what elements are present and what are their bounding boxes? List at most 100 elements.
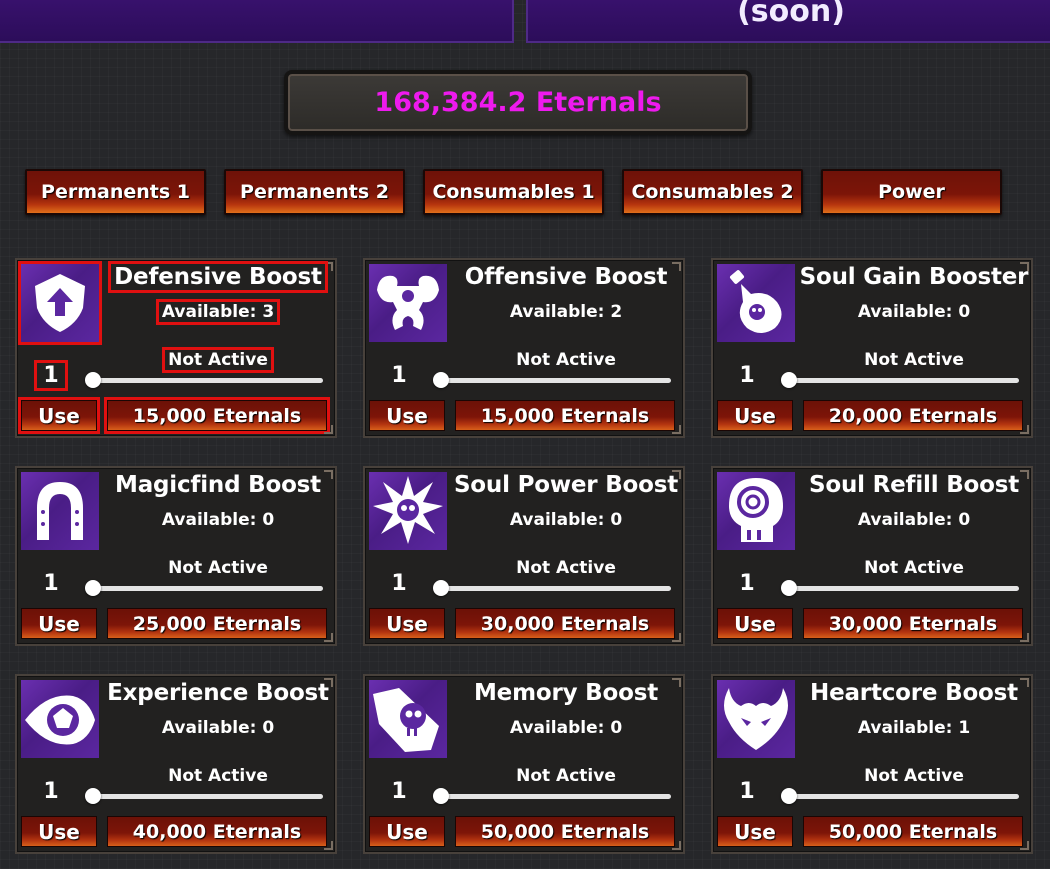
item-available: Available: 2 [509, 302, 623, 322]
quantity-slider-track[interactable] [787, 794, 1019, 799]
quantity-value: 1 [391, 779, 407, 804]
item-card-soul-power-boost: Soul Power Boost Available: 0 Not Active… [363, 466, 685, 646]
top-right-label: (soon) [737, 0, 845, 29]
quantity-slider-handle[interactable] [85, 788, 101, 804]
buy-button[interactable]: 20,000 Eternals [803, 400, 1023, 431]
item-status: Not Active [101, 347, 335, 373]
quantity-slider-track[interactable] [787, 586, 1019, 591]
use-button[interactable]: Use [717, 608, 793, 639]
quantity-slider-handle[interactable] [433, 372, 449, 388]
buy-button[interactable]: 40,000 Eternals [107, 816, 327, 847]
skull-burst-icon [369, 472, 447, 550]
item-name: Soul Power Boost [453, 472, 679, 498]
quantity-slider-track[interactable] [439, 586, 671, 591]
tab-permanents-1[interactable]: Permanents 1 [25, 169, 206, 215]
item-available: Available: 0 [161, 510, 275, 530]
top-right-button[interactable]: (soon) [526, 0, 1050, 43]
currency-display: 168,384.2 Eternals [284, 70, 752, 135]
item-card-soul-refill-boost: Soul Refill Boost Available: 0 Not Activ… [711, 466, 1033, 646]
item-card-experience-boost: Experience Boost Available: 0 Not Active… [15, 674, 337, 854]
quantity-value: 1 [34, 360, 68, 391]
quantity-slider-handle[interactable] [85, 372, 101, 388]
potion-skull-icon [717, 264, 795, 342]
quantity-slider-handle[interactable] [781, 788, 797, 804]
item-card-memory-boost: Memory Boost Available: 0 Not Active 1 U… [363, 674, 685, 854]
item-status: Not Active [168, 558, 268, 578]
quantity-slider-track[interactable] [91, 586, 323, 591]
item-card-magicfind-boost: Magicfind Boost Available: 0 Not Active … [15, 466, 337, 646]
use-button[interactable]: Use [717, 816, 793, 847]
muscle-icon [369, 264, 447, 342]
buy-button[interactable]: 15,000 Eternals [104, 397, 330, 434]
item-available: Available: 0 [857, 510, 971, 530]
item-name: Experience Boost [107, 680, 329, 706]
skull-spiral-icon [717, 472, 795, 550]
item-name: Defensive Boost [101, 261, 335, 293]
shield-arrow-icon [18, 261, 102, 345]
horseshoe-icon [21, 472, 99, 550]
use-button[interactable]: Use [369, 608, 445, 639]
item-status: Not Active [516, 766, 616, 786]
use-button[interactable]: Use [369, 400, 445, 431]
item-card-defensive-boost: Defensive Boost Available: 3 Not Active … [15, 258, 337, 438]
buy-button[interactable]: 15,000 Eternals [455, 400, 675, 431]
tab-consumables-1[interactable]: Consumables 1 [423, 169, 604, 215]
item-name: Memory Boost [473, 680, 658, 706]
quantity-value: 1 [391, 571, 407, 596]
item-status: Not Active [864, 766, 964, 786]
item-available: Available: 0 [857, 302, 971, 322]
quantity-slider-handle[interactable] [781, 372, 797, 388]
currency-text: 168,384.2 Eternals [374, 87, 662, 118]
item-status: Not Active [864, 350, 964, 370]
quantity-slider-handle[interactable] [781, 580, 797, 596]
item-available: Available: 3 [101, 299, 335, 325]
item-available: Available: 0 [509, 510, 623, 530]
item-card-heartcore-boost: Heartcore Boost Available: 1 Not Active … [711, 674, 1033, 854]
quantity-slider-track[interactable] [439, 378, 671, 383]
quantity-slider-track[interactable] [787, 378, 1019, 383]
use-button[interactable]: Use [21, 816, 97, 847]
quantity-slider-handle[interactable] [85, 580, 101, 596]
demon-heart-icon [717, 680, 795, 758]
item-available: Available: 0 [161, 718, 275, 738]
use-button[interactable]: Use [21, 608, 97, 639]
quantity-value: 1 [739, 363, 755, 388]
top-left-button[interactable] [0, 0, 514, 43]
item-name: Magicfind Boost [115, 472, 321, 498]
eye-icon [21, 680, 99, 758]
quantity-slider-handle[interactable] [433, 580, 449, 596]
quantity-value: 1 [43, 571, 59, 596]
quantity-slider-track[interactable] [91, 794, 323, 799]
use-button[interactable]: Use [717, 400, 793, 431]
tab-permanents-2[interactable]: Permanents 2 [224, 169, 405, 215]
item-status: Not Active [168, 766, 268, 786]
use-button[interactable]: Use [18, 397, 100, 434]
use-button[interactable]: Use [369, 816, 445, 847]
skull-hand-icon [369, 680, 447, 758]
quantity-slider-track[interactable] [91, 378, 323, 383]
buy-button[interactable]: 25,000 Eternals [107, 608, 327, 639]
tab-power[interactable]: Power [821, 169, 1002, 215]
item-name: Soul Refill Boost [808, 472, 1020, 498]
item-status: Not Active [864, 558, 964, 578]
buy-button[interactable]: 30,000 Eternals [455, 608, 675, 639]
item-available: Available: 0 [509, 718, 623, 738]
buy-button[interactable]: 50,000 Eternals [803, 816, 1023, 847]
item-name: Offensive Boost [464, 264, 668, 290]
buy-button[interactable]: 30,000 Eternals [803, 608, 1023, 639]
buy-button[interactable]: 50,000 Eternals [455, 816, 675, 847]
quantity-value: 1 [739, 779, 755, 804]
quantity-value: 1 [43, 779, 59, 804]
item-name: Soul Gain Booster [799, 264, 1029, 290]
item-available: Available: 1 [857, 718, 971, 738]
quantity-value: 1 [391, 363, 407, 388]
item-status: Not Active [516, 350, 616, 370]
tab-consumables-2[interactable]: Consumables 2 [622, 169, 803, 215]
item-card-offensive-boost: Offensive Boost Available: 2 Not Active … [363, 258, 685, 438]
quantity-value: 1 [739, 571, 755, 596]
item-card-soul-gain-booster: Soul Gain Booster Available: 0 Not Activ… [711, 258, 1033, 438]
item-name: Heartcore Boost [810, 680, 1018, 706]
quantity-slider-handle[interactable] [433, 788, 449, 804]
item-status: Not Active [516, 558, 616, 578]
quantity-slider-track[interactable] [439, 794, 671, 799]
